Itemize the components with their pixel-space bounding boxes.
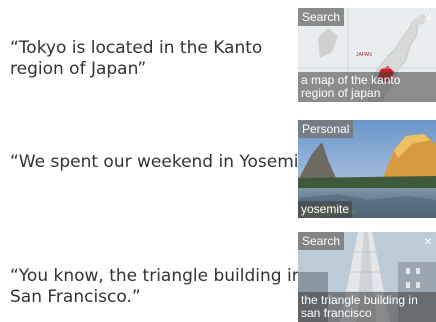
card-caption: a map of the kanto region of japan	[298, 72, 436, 102]
result-card-map[interactable]: JAPAN Search × a map of the kanto region…	[298, 8, 436, 102]
suggestion-row-2: “We spent our weekend in Yosemite” Perso…	[0, 110, 436, 220]
result-card-photo[interactable]: Personal yosemite	[298, 120, 436, 218]
quote-text: “You know, the triangle building in San …	[10, 266, 303, 307]
source-badge: Search	[298, 232, 345, 250]
map-label: JAPAN	[356, 52, 372, 58]
source-badge: Search	[298, 8, 345, 26]
card-caption: yosemite	[298, 201, 353, 218]
quote-text: “Tokyo is located in the Kanto region of…	[10, 38, 263, 79]
result-card-building[interactable]: Search × the triangle building in san fr…	[298, 232, 436, 322]
close-icon[interactable]: ×	[424, 9, 432, 25]
card-caption: the triangle building in san francisco	[298, 292, 436, 322]
source-badge: Personal	[298, 120, 354, 138]
suggestion-row-1: “Tokyo is located in the Kanto region of…	[0, 0, 436, 105]
suggestion-row-3: “You know, the triangle building in San …	[0, 228, 436, 322]
close-icon[interactable]: ×	[424, 233, 432, 249]
quote-text: “We spent our weekend in Yosemite”	[10, 152, 325, 172]
